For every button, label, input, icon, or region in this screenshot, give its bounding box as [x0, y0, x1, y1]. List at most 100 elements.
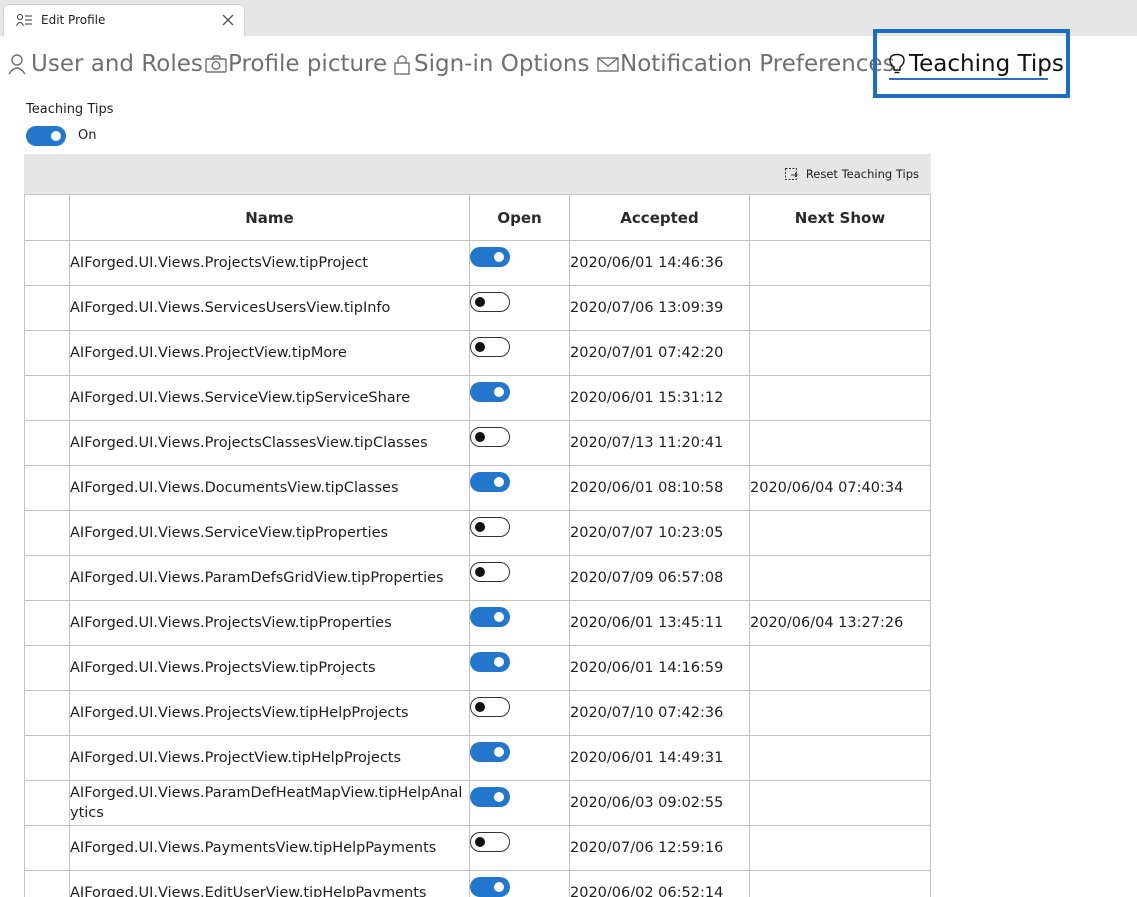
close-icon[interactable]: [221, 13, 235, 27]
tip-open-toggle[interactable]: [470, 472, 510, 492]
row-selector[interactable]: [24, 870, 70, 897]
row-selector[interactable]: [24, 735, 70, 781]
row-selector[interactable]: [24, 465, 70, 511]
toggle-knob: [494, 477, 504, 487]
tip-open-toggle[interactable]: [470, 652, 510, 672]
toggle-knob: [494, 747, 504, 757]
tip-open-toggle[interactable]: [470, 607, 510, 627]
tip-open-toggle[interactable]: [470, 292, 510, 312]
tip-next-show: [749, 510, 931, 556]
tip-next-show: [749, 285, 931, 331]
tip-open-cell: [469, 420, 570, 466]
tip-open-toggle[interactable]: [470, 787, 510, 807]
table-row[interactable]: AIForged.UI.Views.ProjectView.tipMore 202…: [24, 330, 931, 376]
reset-teaching-tips-button[interactable]: Reset Teaching Tips: [784, 166, 919, 181]
tip-open-toggle[interactable]: [470, 517, 510, 537]
column-header-accepted[interactable]: Accepted: [569, 194, 750, 241]
tip-accepted: 2020/06/03 09:02:55: [569, 780, 750, 826]
reset-label: Reset Teaching Tips: [805, 166, 919, 181]
tip-open-toggle[interactable]: [470, 877, 510, 897]
tip-open-toggle[interactable]: [470, 247, 510, 267]
tip-name: AIForged.UI.Views.ServiceView.tipPropert…: [69, 510, 470, 556]
tip-name: AIForged.UI.Views.PaymentsView.tipHelpPa…: [69, 825, 470, 871]
row-selector[interactable]: [24, 555, 70, 601]
profile-tabs: User and Roles Profile picture Sign-in O…: [0, 29, 1137, 98]
toggle-knob: [475, 702, 485, 712]
column-header-name[interactable]: Name: [69, 194, 470, 241]
tip-name: AIForged.UI.Views.EditUserView.tipHelpPa…: [69, 870, 470, 897]
window-tab[interactable]: Edit Profile: [3, 4, 245, 36]
table-row[interactable]: AIForged.UI.Views.ProjectsView.tipProjec…: [24, 240, 931, 286]
tip-next-show: [749, 690, 931, 736]
tip-name: AIForged.UI.Views.ProjectsView.tipHelpPr…: [69, 690, 470, 736]
row-selector[interactable]: [24, 780, 70, 826]
row-selector[interactable]: [24, 375, 70, 421]
table-row[interactable]: AIForged.UI.Views.ParamDefHeatMapView.ti…: [24, 780, 931, 826]
table-row[interactable]: AIForged.UI.Views.DocumentsView.tipClass…: [24, 465, 931, 511]
column-header-open[interactable]: Open: [469, 194, 570, 241]
teaching-tips-toggle[interactable]: [26, 126, 66, 146]
tip-accepted: 2020/06/01 13:45:11: [569, 600, 750, 646]
row-selector[interactable]: [24, 330, 70, 376]
tip-open-toggle[interactable]: [470, 697, 510, 717]
table-row[interactable]: AIForged.UI.Views.ProjectsClassesView.ti…: [24, 420, 931, 466]
row-selector[interactable]: [24, 645, 70, 691]
tab-notification-preferences[interactable]: Notification Preferences: [597, 46, 895, 82]
row-selector[interactable]: [24, 240, 70, 286]
toggle-knob: [475, 432, 485, 442]
tip-name: AIForged.UI.Views.ProjectView.tipHelpPro…: [69, 735, 470, 781]
tip-accepted: 2020/07/06 12:59:16: [569, 825, 750, 871]
tab-user-and-roles[interactable]: User and Roles: [8, 46, 203, 82]
tip-next-show: [749, 375, 931, 421]
tab-label: Notification Preferences: [620, 51, 895, 77]
table-row[interactable]: AIForged.UI.Views.ProjectView.tipHelpPro…: [24, 735, 931, 781]
table-row[interactable]: AIForged.UI.Views.ServiceView.tipService…: [24, 375, 931, 421]
tip-next-show: [749, 645, 931, 691]
toggle-knob: [494, 657, 504, 667]
table-row[interactable]: AIForged.UI.Views.ServicesUsersView.tipI…: [24, 285, 931, 331]
tip-open-toggle[interactable]: [470, 742, 510, 762]
table-row[interactable]: AIForged.UI.Views.ParamDefsGridView.tipP…: [24, 555, 931, 601]
tip-name: AIForged.UI.Views.ProjectsView.tipProper…: [69, 600, 470, 646]
table-row[interactable]: AIForged.UI.Views.EditUserView.tipHelpPa…: [24, 870, 931, 897]
toggle-knob: [494, 387, 504, 397]
column-header-selector[interactable]: [24, 194, 70, 241]
tip-open-cell: [469, 465, 570, 511]
tab-sign-in-options[interactable]: Sign-in Options: [391, 46, 590, 82]
tip-open-toggle[interactable]: [470, 427, 510, 447]
tip-accepted: 2020/06/01 15:31:12: [569, 375, 750, 421]
row-selector[interactable]: [24, 285, 70, 331]
table-row[interactable]: AIForged.UI.Views.ProjectsView.tipHelpPr…: [24, 690, 931, 736]
tip-next-show: [749, 870, 931, 897]
row-selector[interactable]: [24, 690, 70, 736]
row-selector[interactable]: [24, 600, 70, 646]
table-row[interactable]: AIForged.UI.Views.ProjectsView.tipProper…: [24, 600, 931, 646]
tip-open-toggle[interactable]: [470, 337, 510, 357]
toggle-knob: [494, 792, 504, 802]
tip-name: AIForged.UI.Views.ProjectsView.tipProjec…: [69, 645, 470, 691]
envelope-icon: [597, 57, 619, 72]
tip-accepted: 2020/07/10 07:42:36: [569, 690, 750, 736]
tab-profile-picture[interactable]: Profile picture: [205, 46, 387, 82]
toggle-knob: [475, 297, 485, 307]
window-title: Edit Profile: [41, 13, 106, 27]
tab-teaching-tips[interactable]: Teaching Tips: [886, 46, 1064, 82]
row-selector[interactable]: [24, 420, 70, 466]
tip-open-cell: [469, 735, 570, 781]
tip-next-show: [749, 780, 931, 826]
row-selector[interactable]: [24, 825, 70, 871]
tip-name: AIForged.UI.Views.ServicesUsersView.tipI…: [69, 285, 470, 331]
teaching-tips-grid: Name Open Accepted Next Show AIForged.UI…: [24, 194, 931, 897]
tip-open-cell: [469, 330, 570, 376]
toggle-knob: [475, 342, 485, 352]
tip-open-toggle[interactable]: [470, 382, 510, 402]
tip-open-toggle[interactable]: [470, 832, 510, 852]
row-selector[interactable]: [24, 510, 70, 556]
tip-open-toggle[interactable]: [470, 562, 510, 582]
column-header-next-show[interactable]: Next Show: [749, 194, 931, 241]
tip-open-cell: [469, 690, 570, 736]
table-row[interactable]: AIForged.UI.Views.ServiceView.tipPropert…: [24, 510, 931, 556]
table-row[interactable]: AIForged.UI.Views.ProjectsView.tipProjec…: [24, 645, 931, 691]
table-row[interactable]: AIForged.UI.Views.PaymentsView.tipHelpPa…: [24, 825, 931, 871]
toggle-knob: [475, 837, 485, 847]
